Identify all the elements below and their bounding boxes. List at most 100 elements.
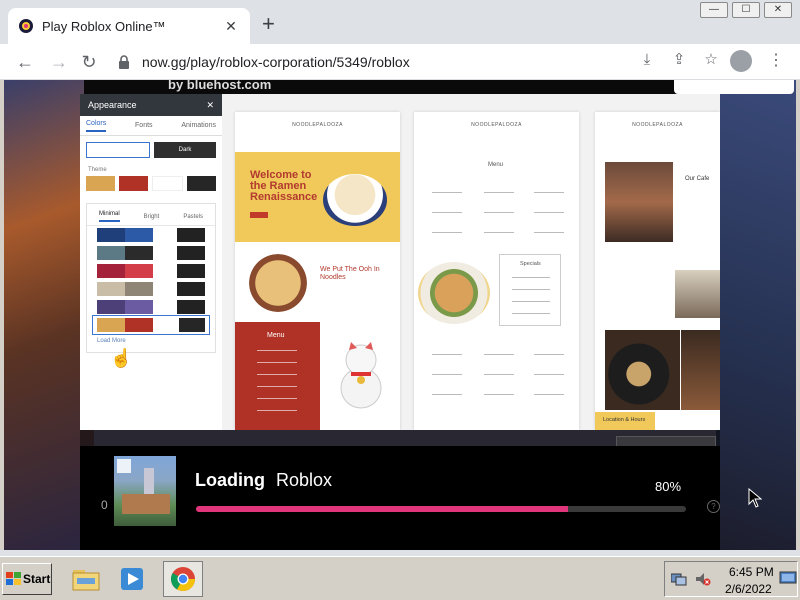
- menu-entry: [484, 374, 514, 375]
- ramen-chopsticks-photo: [605, 330, 680, 410]
- menu-entry: [432, 394, 462, 395]
- palette-tabs: Minimal Bright Pastels: [87, 208, 215, 226]
- maximize-button[interactable]: ☐: [732, 2, 760, 18]
- specials-entry: [512, 289, 550, 290]
- minimize-button[interactable]: —: [700, 2, 728, 18]
- ramen-dish-image: [418, 262, 490, 324]
- mode-dark: Dark: [154, 142, 216, 158]
- menu-entry: [432, 212, 462, 213]
- hero-section: Welcome to the Ramen Renaissance: [235, 152, 400, 242]
- url-text[interactable]: now.gg/play/roblox-corporation/5349/robl…: [142, 54, 720, 70]
- hero-title: Welcome to the Ramen Renaissance: [250, 169, 318, 203]
- menu-entry: [432, 354, 462, 355]
- start-button[interactable]: Start: [2, 563, 52, 595]
- location-block: Location & Hours: [595, 412, 655, 430]
- ad-top-strip: by bluehost.com: [84, 80, 794, 94]
- taskbar-chrome[interactable]: [163, 561, 203, 597]
- specials-entry: [512, 277, 550, 278]
- browser-tab[interactable]: Play Roblox Online™ ✕: [8, 8, 250, 44]
- side-counter: 0: [101, 498, 108, 512]
- mouse-pointer-icon: [748, 488, 762, 508]
- theme-swatch: [86, 176, 115, 191]
- noodle-bowl-image: [249, 254, 307, 312]
- hero-button: [250, 212, 268, 218]
- theme-swatch: [187, 176, 216, 191]
- page-viewport: by bluehost.com Appearance ✕ Colors Font…: [4, 80, 796, 550]
- loading-progress-fill: [196, 506, 569, 512]
- clock-date[interactable]: 2/6/2022: [725, 582, 772, 596]
- reload-icon[interactable]: ↻: [78, 51, 100, 73]
- network-icon[interactable]: [671, 572, 687, 586]
- new-tab-button[interactable]: +: [262, 13, 275, 35]
- cafe-interior-photo: [605, 162, 673, 242]
- address-bar[interactable]: now.gg/play/roblox-corporation/5349/robl…: [108, 48, 720, 76]
- tab-fonts: Fonts: [135, 122, 153, 129]
- menu-page-title: Menu: [488, 162, 504, 168]
- game-thumbnail: [114, 456, 176, 526]
- menu-entry: [534, 192, 564, 193]
- profile-avatar-icon[interactable]: [730, 50, 752, 72]
- help-icon[interactable]: ?: [707, 500, 720, 513]
- loading-game-name: Roblox: [276, 470, 333, 490]
- close-window-button[interactable]: ✕: [764, 2, 792, 18]
- menu-title: Menu: [267, 332, 285, 339]
- forward-icon[interactable]: →: [48, 51, 70, 73]
- chef-photo: [675, 270, 720, 318]
- specials-entry: [512, 301, 550, 302]
- browser-menu-icon[interactable]: ⋮: [768, 50, 784, 72]
- video-ad[interactable]: Appearance ✕ Colors Fonts Animations Dar…: [80, 94, 720, 430]
- loading-progress-track: [196, 506, 686, 512]
- location-label: Location & Hours: [603, 417, 646, 423]
- cafe-title: Our Cafe: [685, 176, 710, 182]
- website-preview-cafe: NOODLEPALOOZA Our Cafe Location & Hours: [595, 112, 720, 430]
- menu-item-line: [257, 374, 297, 375]
- mode-light: [86, 142, 150, 158]
- preview-logo: NOODLEPALOOZA: [632, 122, 683, 128]
- palette-row: [87, 226, 215, 244]
- volume-muted-icon[interactable]: [695, 572, 711, 586]
- menu-entry: [484, 394, 514, 395]
- window-controls: — ☐ ✕: [700, 2, 792, 18]
- menu-item-line: [257, 350, 297, 351]
- preview-logo: NOODLEPALOOZA: [471, 122, 522, 128]
- install-app-icon[interactable]: ⤓: [638, 51, 656, 69]
- tab-close-icon[interactable]: ✕: [222, 18, 240, 35]
- menu-entry: [484, 232, 514, 233]
- palette-tab-pastels: Pastels: [183, 213, 203, 220]
- roblox-logo-icon: [117, 459, 131, 473]
- taskbar-file-explorer[interactable]: [66, 561, 106, 597]
- browser-toolbar: ← → ↻ now.gg/play/roblox-corporation/534…: [0, 44, 800, 80]
- thumbnail-tower: [144, 468, 154, 496]
- mode-toggle: Dark: [80, 136, 222, 164]
- lucky-cat-image: [340, 342, 382, 409]
- clock-time[interactable]: 6:45 PM: [729, 565, 774, 579]
- menu-entry: [534, 374, 564, 375]
- share-icon[interactable]: ⇪: [670, 51, 688, 69]
- theme-swatch: [119, 176, 148, 191]
- system-tray: 6:45 PM 2/6/2022: [664, 561, 798, 597]
- bookmark-star-icon[interactable]: ☆: [702, 51, 720, 69]
- appearance-panel: Appearance ✕ Colors Fonts Animations Dar…: [80, 94, 222, 430]
- menu-entry: [534, 232, 564, 233]
- specials-box: Specials: [499, 254, 561, 326]
- website-preview-menu: NOODLEPALOOZA Menu Specials: [414, 112, 579, 430]
- hand-cursor-icon: ☝: [110, 348, 133, 368]
- tab-animations: Animations: [181, 122, 216, 129]
- menu-entry: [432, 232, 462, 233]
- menu-entry: [534, 212, 564, 213]
- back-icon[interactable]: ←: [14, 51, 36, 73]
- palette-row: [87, 244, 215, 262]
- palette-row: [87, 262, 215, 280]
- menu-entry: [484, 354, 514, 355]
- show-desktop-icon[interactable]: [779, 571, 797, 585]
- menu-entry: [484, 192, 514, 193]
- loading-percent: 80%: [655, 479, 682, 494]
- food-photo: [681, 330, 720, 410]
- media-player-icon: [121, 568, 143, 590]
- taskbar-media-player[interactable]: [112, 561, 152, 597]
- menu-block: Menu: [235, 322, 320, 430]
- palette-row: [87, 298, 215, 316]
- menu-item-line: [257, 386, 297, 387]
- palette-tab-minimal: Minimal: [98, 211, 120, 222]
- loading-panel: Loading Roblox 80% ?: [80, 446, 720, 550]
